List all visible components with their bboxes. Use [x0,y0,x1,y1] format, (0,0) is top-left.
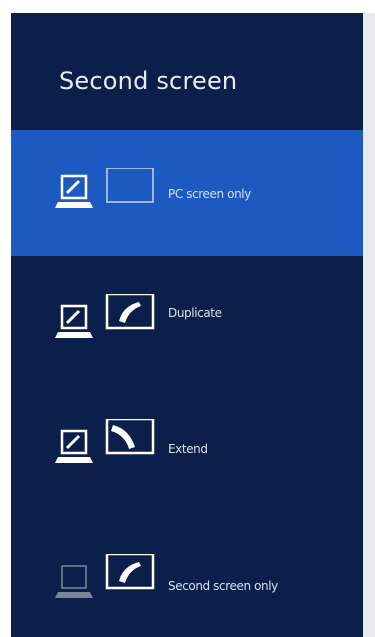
pc-screen-only-icon [55,168,154,208]
duplicate-icon [55,294,155,338]
option-label: Duplicate [168,306,222,320]
option-label: Extend [168,442,208,456]
second-screen-only-icon [55,554,155,598]
extend-icon [55,419,155,463]
option-pc-screen-only[interactable]: PC screen only [11,130,363,256]
option-label: Second screen only [168,579,278,593]
option-extend[interactable]: Extend [11,382,363,508]
option-label: PC screen only [168,187,251,201]
background-edge [363,13,375,637]
second-screen-panel: Second screen PC screen only Duplicate E… [11,13,363,637]
option-duplicate[interactable]: Duplicate [11,256,363,382]
panel-title: Second screen [59,67,238,95]
option-second-screen-only[interactable]: Second screen only [11,508,363,634]
